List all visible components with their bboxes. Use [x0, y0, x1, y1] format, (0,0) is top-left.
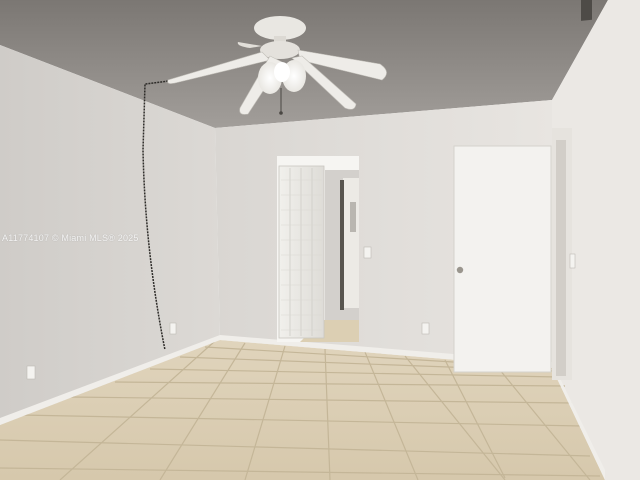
hallway-far-wall	[343, 178, 359, 308]
bifold-closet-doors	[278, 165, 325, 339]
hallway-mirror	[350, 202, 356, 232]
ac-vent	[581, 0, 592, 21]
door-knob	[456, 266, 464, 274]
mls-watermark: A11774107 © Miami MLS® 2025	[2, 233, 139, 243]
room-photo: A11774107 © Miami MLS® 2025	[0, 0, 640, 480]
wall-outlet-back	[421, 322, 430, 335]
right-doorway-shadow	[556, 140, 566, 376]
hallway-door-dark	[340, 180, 344, 310]
wall-outlet-left-1	[26, 365, 36, 380]
bedroom-door	[453, 145, 552, 373]
thermostat	[569, 253, 576, 269]
wall-outlet-left-2	[169, 322, 177, 335]
light-switch	[363, 246, 372, 259]
